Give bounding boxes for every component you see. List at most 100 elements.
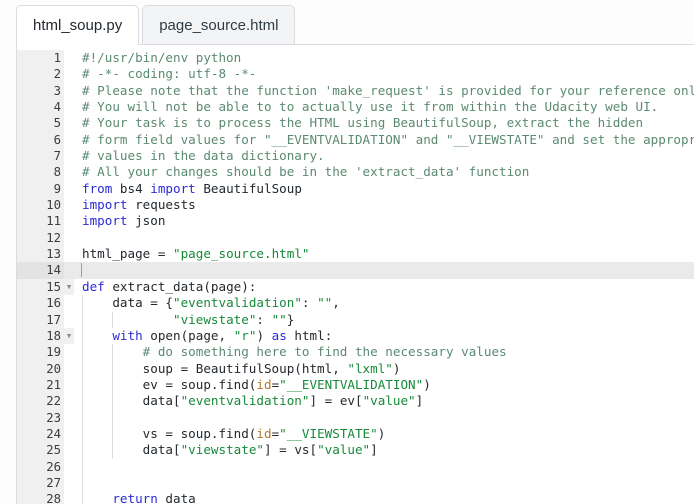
code-token-cm: # Your task is to process the HTML using… bbox=[82, 115, 644, 131]
indent-guide bbox=[112, 393, 114, 410]
code-token-nm: ) bbox=[256, 327, 272, 343]
code-token-cm: # All your changes should be in the 'ext… bbox=[82, 164, 530, 180]
line-number: 17 bbox=[17, 311, 64, 328]
code-token-nm: ] = vs[ bbox=[263, 442, 318, 458]
code-line-content: # Please note that the function 'make_re… bbox=[74, 83, 694, 99]
code-token-nm: BeautifulSoup bbox=[195, 180, 302, 196]
indent-guide bbox=[82, 311, 83, 328]
fold-toggle-icon[interactable]: ▾ bbox=[64, 327, 74, 345]
code-line[interactable]: 11 import json bbox=[17, 213, 694, 230]
code-line[interactable]: 17 "viewstate": ""} bbox=[17, 311, 694, 328]
indent-guide bbox=[112, 376, 114, 394]
code-line[interactable]: 14 bbox=[17, 262, 694, 279]
indent-guide bbox=[112, 442, 114, 459]
indent-guide bbox=[112, 425, 114, 443]
code-line[interactable]: 12 bbox=[17, 229, 694, 247]
code-line-content: #!/usr/bin/env python bbox=[74, 50, 694, 66]
code-line[interactable]: 22 data["eventvalidation"] = ev["value"] bbox=[17, 393, 694, 410]
code-token-st: "eventvalidation" bbox=[180, 393, 310, 409]
code-line[interactable]: 9 from bs4 import BeautifulSoup bbox=[17, 180, 694, 198]
line-number: 3 bbox=[17, 82, 64, 100]
code-line[interactable]: 25 data["viewstate"] = vs["value"] bbox=[17, 442, 694, 459]
line-number: 8 bbox=[17, 164, 64, 181]
line-number: 2 bbox=[17, 66, 64, 83]
code-line[interactable]: 7 # values in the data dictionary. bbox=[17, 148, 694, 165]
line-number: 1 bbox=[17, 50, 64, 67]
code-token-st: "value" bbox=[317, 442, 371, 458]
fold-toggle-icon[interactable]: ▾ bbox=[64, 278, 74, 296]
code-line-content: html_page = "page_source.html" bbox=[74, 246, 694, 262]
code-line[interactable]: 21 ev = soup.find(id="__EVENTVALIDATION"… bbox=[17, 376, 694, 394]
indent-guide bbox=[112, 360, 114, 377]
code-token-nm: ) bbox=[377, 425, 386, 441]
code-line[interactable]: 27 bbox=[17, 474, 694, 492]
indent-guide bbox=[112, 409, 114, 426]
code-token-kw: with bbox=[112, 327, 143, 343]
code-area[interactable]: 1 #!/usr/bin/env python 2 # -*- coding: utf… bbox=[17, 45, 694, 504]
code-token-cm: # You will not be able to to actually us… bbox=[82, 99, 659, 115]
editor-tab-label: page_source.html bbox=[159, 17, 279, 34]
code-token-nm: ev = soup.find( bbox=[82, 376, 257, 392]
code-token-st: "r" bbox=[233, 327, 257, 343]
code-token-st: "viewstate" bbox=[173, 311, 257, 327]
code-line[interactable]: 6 # form field values for "__EVENTVALIDAT… bbox=[17, 131, 694, 149]
code-line[interactable]: 10 import requests bbox=[17, 197, 694, 214]
code-line[interactable]: 26 bbox=[17, 458, 694, 475]
line-number: 4 bbox=[17, 99, 64, 116]
code-token-kw: return bbox=[112, 491, 158, 504]
code-token-nm: ] bbox=[415, 393, 424, 409]
indent-guide bbox=[82, 409, 83, 426]
indent-guide bbox=[112, 311, 114, 328]
code-line[interactable]: 24 vs = soup.find(id="__VIEWSTATE") bbox=[17, 425, 694, 443]
line-number: 18 bbox=[17, 327, 64, 345]
code-line-content: # form field values for "__EVENTVALIDATI… bbox=[74, 132, 694, 148]
code-token-kw: import bbox=[82, 197, 128, 213]
code-line[interactable]: 2 # -*- coding: utf-8 -*- bbox=[17, 66, 694, 83]
indent-guide bbox=[82, 442, 83, 459]
code-line[interactable]: 19 # do something here to find the neces… bbox=[17, 344, 694, 361]
line-number: 12 bbox=[17, 229, 64, 247]
code-token-cm: #!/usr/bin/env python bbox=[82, 50, 242, 65]
line-number: 7 bbox=[17, 148, 64, 165]
code-line[interactable]: 13 html_page = "page_source.html" bbox=[17, 246, 694, 263]
code-token-nm: json bbox=[127, 213, 166, 229]
code-line-content: import requests bbox=[74, 197, 694, 213]
editor-tab-2[interactable]: page_source.html bbox=[142, 5, 296, 45]
code-line[interactable]: 16 data = {"eventvalidation": "", bbox=[17, 295, 694, 312]
code-token-nm: extract_data(page): bbox=[104, 278, 257, 294]
code-token-nm: vs = soup.find( bbox=[82, 425, 257, 441]
code-line-content: from bs4 import BeautifulSoup bbox=[74, 181, 694, 197]
editor-tab-1[interactable]: html_soup.py bbox=[16, 5, 140, 46]
indent-guide bbox=[82, 327, 83, 345]
editor-pane: 1 #!/usr/bin/env python 2 # -*- coding: utf… bbox=[16, 44, 694, 504]
text-cursor bbox=[81, 263, 82, 278]
code-token-kw: import bbox=[150, 180, 196, 196]
code-line[interactable]: 20 soup = BeautifulSoup(html, "lxml") bbox=[17, 360, 694, 377]
line-number: 11 bbox=[17, 213, 64, 230]
code-line-content: import json bbox=[74, 213, 694, 229]
code-line-content: # values in the data dictionary. bbox=[74, 148, 694, 164]
code-line[interactable]: 15 ▾ def extract_data(page): bbox=[17, 278, 694, 296]
code-token-cm: # values in the data dictionary. bbox=[82, 148, 325, 164]
code-line[interactable]: 5 # Your task is to process the HTML usin… bbox=[17, 115, 694, 132]
code-line[interactable]: 28 return data bbox=[17, 491, 694, 504]
code-token-cm: # Please note that the function 'make_re… bbox=[82, 82, 694, 98]
line-number: 21 bbox=[17, 376, 64, 394]
code-token-kw: import bbox=[82, 213, 128, 229]
code-line[interactable]: 8 # All your changes should be in the 'ex… bbox=[17, 164, 694, 181]
line-number: 5 bbox=[17, 115, 64, 132]
code-line[interactable]: 1 #!/usr/bin/env python bbox=[17, 50, 694, 67]
code-token-st: "value" bbox=[362, 393, 416, 409]
indent-guide bbox=[82, 393, 83, 410]
code-line[interactable]: 23 bbox=[17, 409, 694, 426]
code-line[interactable]: 4 # You will not be able to to actually u… bbox=[17, 99, 694, 116]
code-line[interactable]: 3 # Please note that the function 'make_r… bbox=[17, 82, 694, 100]
code-token-nm: , bbox=[332, 295, 340, 311]
code-token-nm: ] bbox=[370, 442, 378, 458]
code-token-st: "eventvalidation" bbox=[173, 295, 302, 311]
indent-guide bbox=[82, 360, 83, 377]
code-line-content: # -*- coding: utf-8 -*- bbox=[74, 66, 694, 82]
editor-tab-bar: html_soup.py page_source.html bbox=[0, 0, 694, 46]
line-number: 24 bbox=[17, 425, 64, 443]
code-line[interactable]: 18 ▾ with open(page, "r") as html: bbox=[17, 327, 694, 345]
